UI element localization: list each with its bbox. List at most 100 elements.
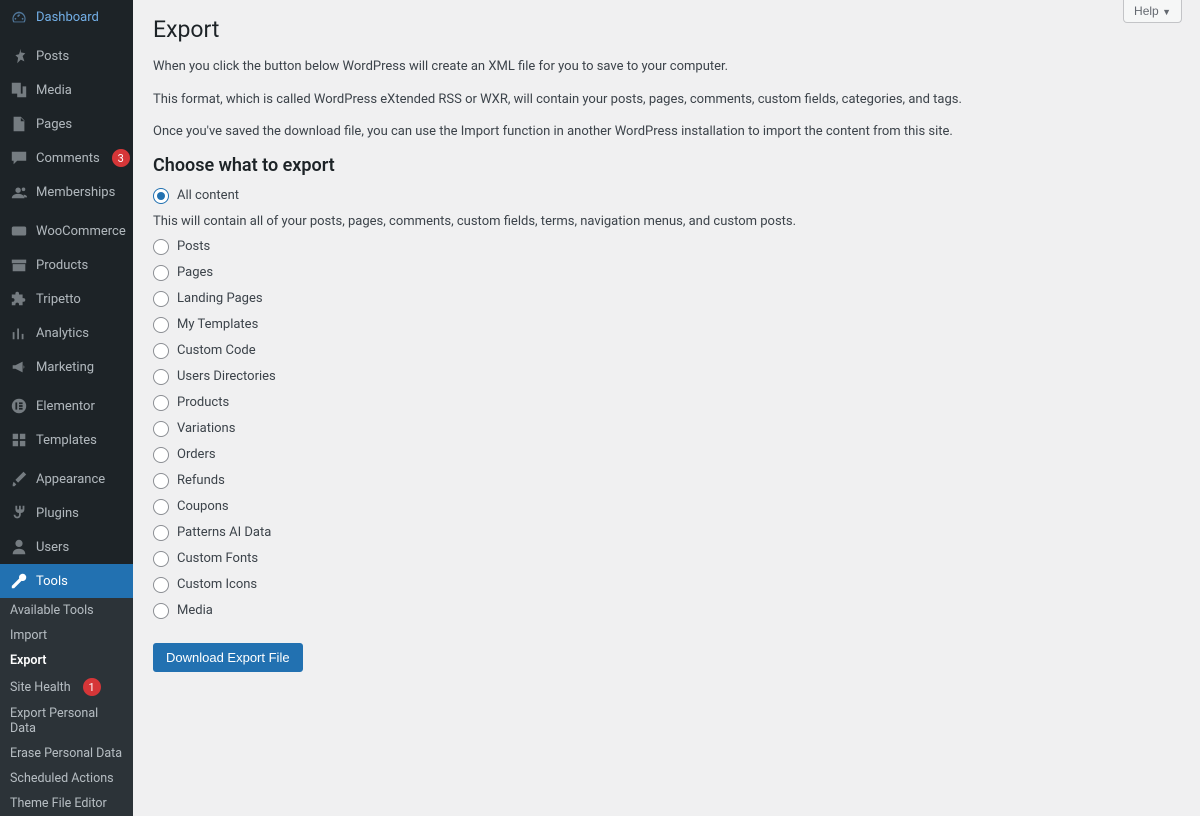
download-export-button[interactable]: Download Export File	[153, 643, 303, 672]
radio-posts-label[interactable]: Posts	[177, 239, 210, 254]
comment-icon	[10, 149, 28, 167]
menu-label: Pages	[36, 117, 72, 132]
radio-products: Products	[153, 395, 1180, 411]
radio-custom-code-label[interactable]: Custom Code	[177, 343, 256, 358]
submenu-item-export[interactable]: Export	[0, 648, 133, 673]
menu-label: Tripetto	[36, 292, 81, 307]
radio-coupons-label[interactable]: Coupons	[177, 499, 229, 514]
menu-label: Posts	[36, 49, 69, 64]
radio-patterns-ai-data-label[interactable]: Patterns AI Data	[177, 525, 271, 540]
radio-patterns-ai-data-input[interactable]	[153, 525, 169, 541]
submenu-label: Erase Personal Data	[10, 746, 122, 761]
radio-orders-label[interactable]: Orders	[177, 447, 216, 462]
submenu-item-export-personal-data[interactable]: Export Personal Data	[0, 701, 133, 741]
radio-products-label[interactable]: Products	[177, 395, 229, 410]
radio-orders-input[interactable]	[153, 447, 169, 463]
radio-custom-icons-label[interactable]: Custom Icons	[177, 577, 257, 592]
dashboard-icon	[10, 8, 28, 26]
submenu-label: Theme File Editor	[10, 796, 107, 811]
main-content: Help ▼ Export When you click the button …	[133, 0, 1200, 816]
radio-custom-fonts-input[interactable]	[153, 551, 169, 567]
menu-label: Tools	[36, 574, 68, 589]
notification-badge: 3	[112, 149, 130, 167]
submenu-item-scheduled-actions[interactable]: Scheduled Actions	[0, 766, 133, 791]
radio-refunds-label[interactable]: Refunds	[177, 473, 225, 488]
submenu-item-theme-file-editor[interactable]: Theme File Editor	[0, 791, 133, 816]
radio-posts: Posts	[153, 239, 1180, 255]
megaphone-icon	[10, 358, 28, 376]
radio-refunds-input[interactable]	[153, 473, 169, 489]
help-tab[interactable]: Help ▼	[1123, 0, 1182, 23]
menu-label: Plugins	[36, 506, 79, 521]
submenu-item-import[interactable]: Import	[0, 623, 133, 648]
radio-users-directories-label[interactable]: Users Directories	[177, 369, 276, 384]
radio-variations-input[interactable]	[153, 421, 169, 437]
radio-pages: Pages	[153, 265, 1180, 281]
submenu-item-erase-personal-data[interactable]: Erase Personal Data	[0, 741, 133, 766]
radio-custom-code-input[interactable]	[153, 343, 169, 359]
radio-coupons-input[interactable]	[153, 499, 169, 515]
elementor-icon	[10, 397, 28, 415]
radio-products-input[interactable]	[153, 395, 169, 411]
notification-badge: 1	[83, 678, 101, 696]
radio-media-input[interactable]	[153, 603, 169, 619]
menu-label: Analytics	[36, 326, 89, 341]
menu-item-templates[interactable]: Templates	[0, 423, 133, 457]
radio-users-directories-input[interactable]	[153, 369, 169, 385]
radio-custom-code: Custom Code	[153, 343, 1180, 359]
menu-item-products[interactable]: Products	[0, 248, 133, 282]
radio-orders: Orders	[153, 447, 1180, 463]
radio-variations: Variations	[153, 421, 1180, 437]
menu-item-appearance[interactable]: Appearance	[0, 462, 133, 496]
intro-para-1: When you click the button below WordPres…	[153, 57, 1180, 77]
radio-landing-pages-label[interactable]: Landing Pages	[177, 291, 263, 306]
menu-item-tripetto[interactable]: Tripetto	[0, 282, 133, 316]
menu-item-pages[interactable]: Pages	[0, 107, 133, 141]
radio-pages-label[interactable]: Pages	[177, 265, 213, 280]
radio-custom-icons-input[interactable]	[153, 577, 169, 593]
radio-variations-label[interactable]: Variations	[177, 421, 235, 436]
menu-item-posts[interactable]: Posts	[0, 39, 133, 73]
radio-refunds: Refunds	[153, 473, 1180, 489]
menu-label: Elementor	[36, 399, 95, 414]
menu-item-media[interactable]: Media	[0, 73, 133, 107]
intro-para-3: Once you've saved the download file, you…	[153, 122, 1180, 142]
radio-my-templates-input[interactable]	[153, 317, 169, 333]
radio-landing-pages-input[interactable]	[153, 291, 169, 307]
radio-media-label[interactable]: Media	[177, 603, 213, 618]
menu-item-dashboard[interactable]: Dashboard	[0, 0, 133, 34]
radio-my-templates-label[interactable]: My Templates	[177, 317, 258, 332]
menu-item-plugins[interactable]: Plugins	[0, 496, 133, 530]
menu-item-woocommerce[interactable]: WooCommerce	[0, 214, 133, 248]
radio-my-templates: My Templates	[153, 317, 1180, 333]
menu-label: Comments	[36, 151, 100, 166]
chevron-down-icon: ▼	[1162, 7, 1171, 17]
section-heading: Choose what to export	[153, 155, 1180, 176]
menu-item-users[interactable]: Users	[0, 530, 133, 564]
radio-landing-pages: Landing Pages	[153, 291, 1180, 307]
groups-icon	[10, 183, 28, 201]
user-icon	[10, 538, 28, 556]
menu-label: Products	[36, 258, 88, 273]
menu-item-elementor[interactable]: Elementor	[0, 389, 133, 423]
menu-item-comments[interactable]: Comments 3	[0, 141, 133, 175]
menu-item-tools[interactable]: Tools	[0, 564, 133, 598]
submenu-tools: Available ToolsImportExportSite Health1E…	[0, 598, 133, 816]
plug-icon	[10, 504, 28, 522]
radio-all-content-input[interactable]	[153, 188, 169, 204]
submenu-label: Scheduled Actions	[10, 771, 114, 786]
radio-posts-input[interactable]	[153, 239, 169, 255]
archive-icon	[10, 256, 28, 274]
radio-pages-input[interactable]	[153, 265, 169, 281]
menu-item-analytics[interactable]: Analytics	[0, 316, 133, 350]
pin-icon	[10, 47, 28, 65]
submenu-label: Export	[10, 653, 46, 668]
radio-all-content-label[interactable]: All content	[177, 188, 239, 203]
submenu-item-available-tools[interactable]: Available Tools	[0, 598, 133, 623]
menu-item-marketing[interactable]: Marketing	[0, 350, 133, 384]
menu-label: Dashboard	[36, 10, 99, 25]
admin-sidebar: Dashboard Posts Media Pages Comments 3 Members…	[0, 0, 133, 816]
submenu-item-site-health[interactable]: Site Health1	[0, 673, 133, 701]
radio-custom-fonts-label[interactable]: Custom Fonts	[177, 551, 258, 566]
menu-item-memberships[interactable]: Memberships	[0, 175, 133, 209]
